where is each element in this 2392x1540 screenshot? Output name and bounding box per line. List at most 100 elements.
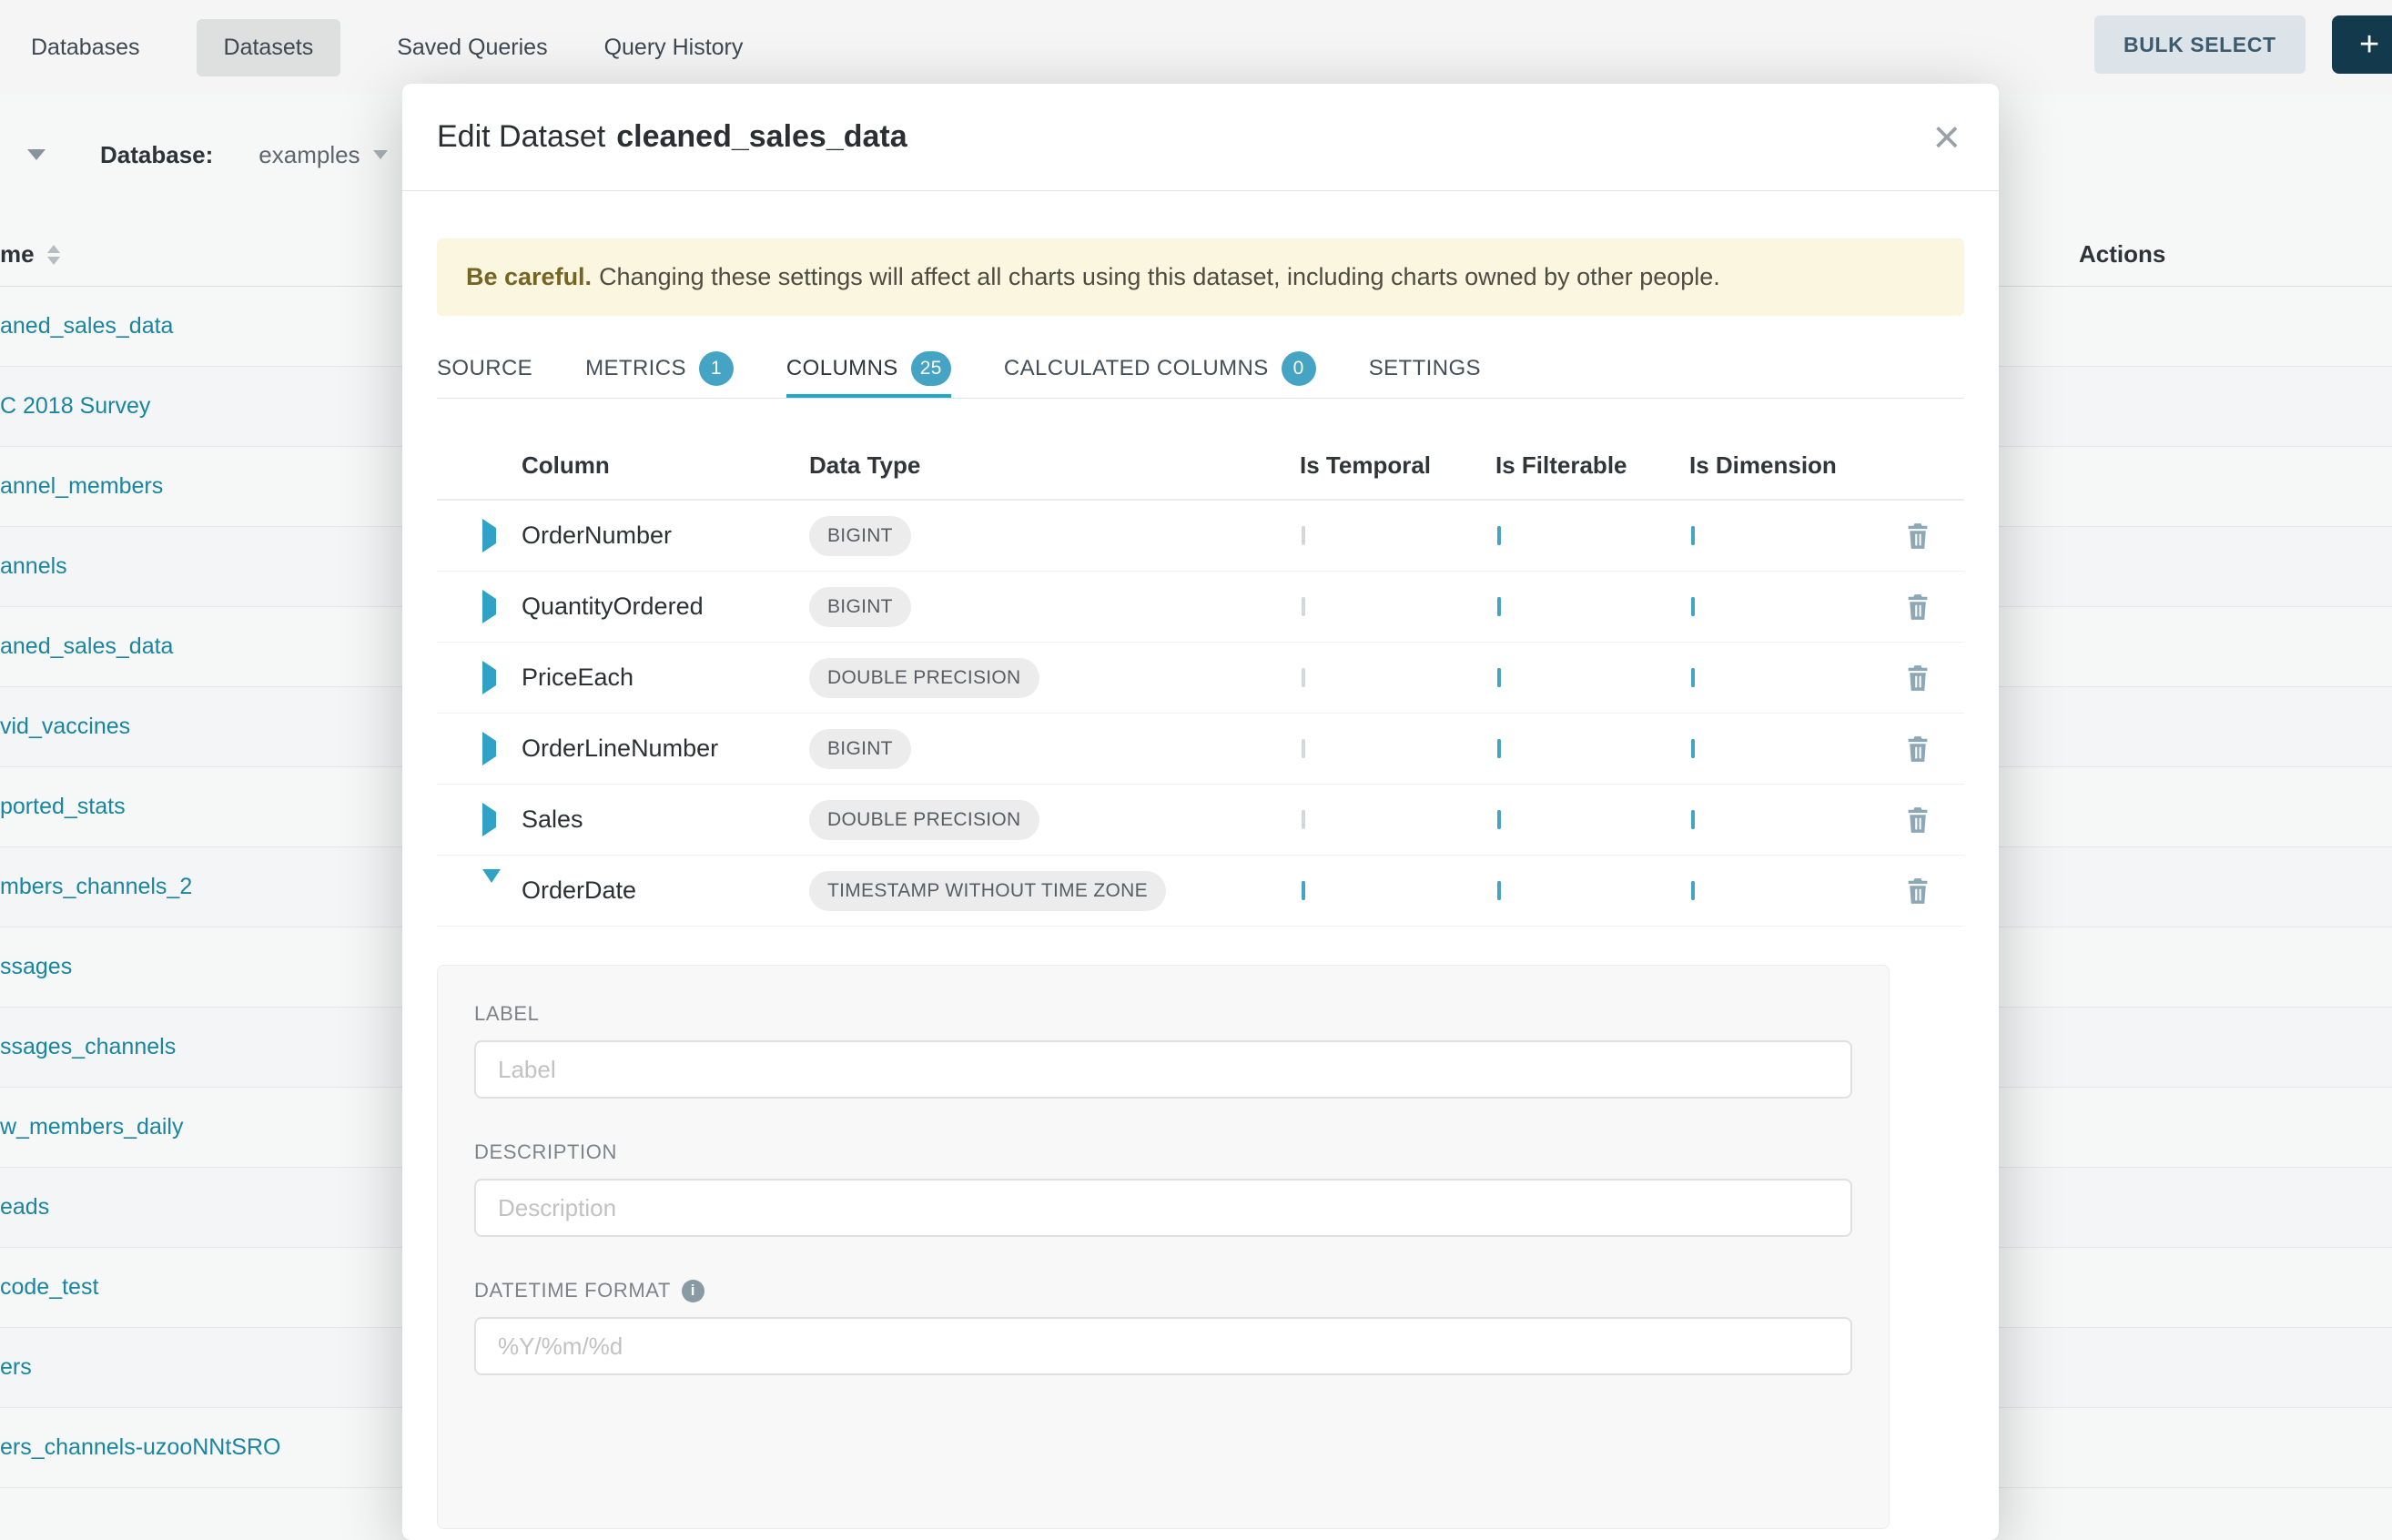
is-filterable-checkbox[interactable] [1497, 810, 1501, 829]
modal-tab-label: SOURCE [437, 356, 532, 381]
dataset-name-link[interactable]: ers_channels-uzooNNtSRO [0, 1434, 280, 1461]
name-column-header[interactable]: me [0, 240, 35, 268]
is-filterable-checkbox[interactable] [1497, 597, 1501, 616]
modal-tab[interactable]: CALCULATED COLUMNS 0 [1004, 342, 1316, 398]
datetime-format-input[interactable] [474, 1317, 1852, 1375]
modal-tab[interactable]: METRICS 1 [585, 342, 734, 398]
modal-tab-label: METRICS [585, 356, 686, 381]
column-name: Sales [522, 805, 809, 834]
dataset-name-link[interactable]: ported_stats [0, 794, 126, 820]
data-type-pill: DOUBLE PRECISION [809, 800, 1039, 840]
dataset-name-link[interactable]: mbers_channels_2 [0, 874, 192, 900]
delete-column-icon[interactable] [1905, 664, 1931, 692]
column-name: PriceEach [522, 664, 809, 692]
nav-tab[interactable]: Saved Queries [397, 19, 547, 76]
is-dimension-checkbox[interactable] [1691, 739, 1695, 758]
dataset-name-link[interactable]: code_test [0, 1274, 98, 1301]
modal-tab[interactable]: SETTINGS [1369, 342, 1481, 398]
column-row: OrderNumber BIGINT [437, 501, 1964, 572]
tab-count-badge: 0 [1282, 351, 1316, 386]
is-temporal-header: Is Temporal [1300, 451, 1495, 480]
is-filterable-checkbox[interactable] [1497, 881, 1501, 900]
is-dimension-checkbox[interactable] [1691, 881, 1695, 900]
nav-tab[interactable]: Datasets [197, 19, 341, 76]
close-icon[interactable] [1933, 114, 1961, 161]
sort-icon[interactable] [47, 245, 60, 265]
modal-tab[interactable]: SOURCE [437, 342, 532, 398]
delete-column-icon[interactable] [1905, 806, 1931, 834]
label-field-group: LABEL [474, 1002, 1852, 1099]
delete-column-icon[interactable] [1905, 735, 1931, 763]
columns-table-rows: OrderNumber BIGINT QuantityOrdere [437, 501, 1964, 927]
bulk-select-button[interactable]: BULK SELECT [2094, 15, 2306, 74]
dataset-name-link[interactable]: ers [0, 1354, 32, 1381]
is-temporal-checkbox[interactable] [1302, 881, 1305, 900]
modal-title-dataset-name: cleaned_sales_data [616, 119, 907, 155]
dataset-name-link[interactable]: aned_sales_data [0, 633, 173, 660]
tab-count-badge: 25 [911, 351, 951, 386]
delete-column-icon[interactable] [1905, 877, 1931, 905]
is-filterable-checkbox[interactable] [1497, 739, 1501, 758]
is-filterable-checkbox[interactable] [1497, 668, 1501, 687]
is-temporal-checkbox[interactable] [1302, 526, 1305, 545]
column-row: Sales DOUBLE PRECISION [437, 785, 1964, 856]
is-temporal-checkbox[interactable] [1302, 668, 1305, 687]
is-temporal-checkbox[interactable] [1302, 810, 1305, 829]
filter-bar: Database: examples [0, 127, 388, 182]
warning-banner: Be careful. Changing these settings will … [437, 238, 1964, 316]
warning-banner-title: Be careful. [466, 263, 592, 290]
data-type-pill: BIGINT [809, 516, 911, 556]
column-name: OrderLineNumber [522, 735, 809, 763]
expand-caret-icon[interactable] [482, 519, 496, 552]
description-input[interactable] [474, 1179, 1852, 1237]
expand-caret-icon[interactable] [482, 732, 496, 765]
dataset-name-link[interactable]: eads [0, 1194, 49, 1221]
dataset-name-link[interactable]: vid_vaccines [0, 714, 130, 740]
modal-tabs: SOURCE METRICS 1 COLUMNS 25 CALCULATED C… [437, 342, 1964, 399]
info-icon[interactable] [682, 1280, 704, 1302]
warning-banner-text: Changing these settings will affect all … [599, 263, 1720, 290]
column-name: OrderDate [522, 876, 809, 905]
expand-caret-icon[interactable] [482, 661, 496, 694]
dataset-name-link[interactable]: C 2018 Survey [0, 393, 150, 420]
expand-caret-icon[interactable] [482, 590, 496, 623]
top-nav: Databases Datasets Saved Queries Query H… [0, 0, 2392, 95]
modal-tab-label: SETTINGS [1369, 356, 1481, 381]
description-field-label: DESCRIPTION [474, 1140, 1852, 1164]
dataset-name-link[interactable]: annel_members [0, 473, 163, 500]
delete-column-icon[interactable] [1905, 593, 1931, 621]
column-row: QuantityOrdered BIGINT [437, 572, 1964, 643]
database-filter-value: examples [258, 141, 360, 169]
is-dimension-checkbox[interactable] [1691, 810, 1695, 829]
dataset-name-link[interactable]: ssages_channels [0, 1034, 176, 1060]
is-dimension-checkbox[interactable] [1691, 668, 1695, 687]
expand-caret-icon[interactable] [482, 869, 501, 898]
column-detail-panel: LABEL DESCRIPTION DATETIME FORMAT [437, 965, 1890, 1529]
label-input[interactable] [474, 1040, 1852, 1099]
column-row: OrderDate TIMESTAMP WITHOUT TIME ZONE [437, 856, 1964, 927]
nav-tab[interactable]: Databases [31, 19, 140, 76]
is-filterable-checkbox[interactable] [1497, 526, 1501, 545]
chevron-down-icon[interactable] [27, 149, 46, 160]
dataset-name-link[interactable]: ssages [0, 954, 72, 980]
dataset-name-link[interactable]: w_members_daily [0, 1114, 183, 1140]
modal-tab[interactable]: COLUMNS 25 [786, 342, 951, 398]
modal-tab-label: CALCULATED COLUMNS [1004, 356, 1269, 381]
is-temporal-checkbox[interactable] [1302, 739, 1305, 758]
datetime-format-field-label: DATETIME FORMAT [474, 1279, 671, 1302]
actions-column-header: Actions [2079, 240, 2165, 268]
dataset-name-link[interactable]: annels [0, 553, 67, 580]
delete-column-icon[interactable] [1905, 522, 1931, 550]
dataset-name-link[interactable]: aned_sales_data [0, 313, 173, 339]
datetime-format-field-group: DATETIME FORMAT [474, 1279, 1852, 1375]
is-dimension-checkbox[interactable] [1691, 526, 1695, 545]
column-name: OrderNumber [522, 522, 809, 550]
modal-title: Edit Dataset [437, 119, 605, 155]
nav-tab[interactable]: Query History [604, 19, 744, 76]
database-filter-select[interactable]: examples [258, 141, 387, 169]
column-row: OrderLineNumber BIGINT [437, 714, 1964, 785]
add-dataset-button[interactable]: + [2332, 15, 2392, 74]
is-dimension-checkbox[interactable] [1691, 597, 1695, 616]
is-temporal-checkbox[interactable] [1302, 597, 1305, 616]
expand-caret-icon[interactable] [482, 803, 496, 836]
